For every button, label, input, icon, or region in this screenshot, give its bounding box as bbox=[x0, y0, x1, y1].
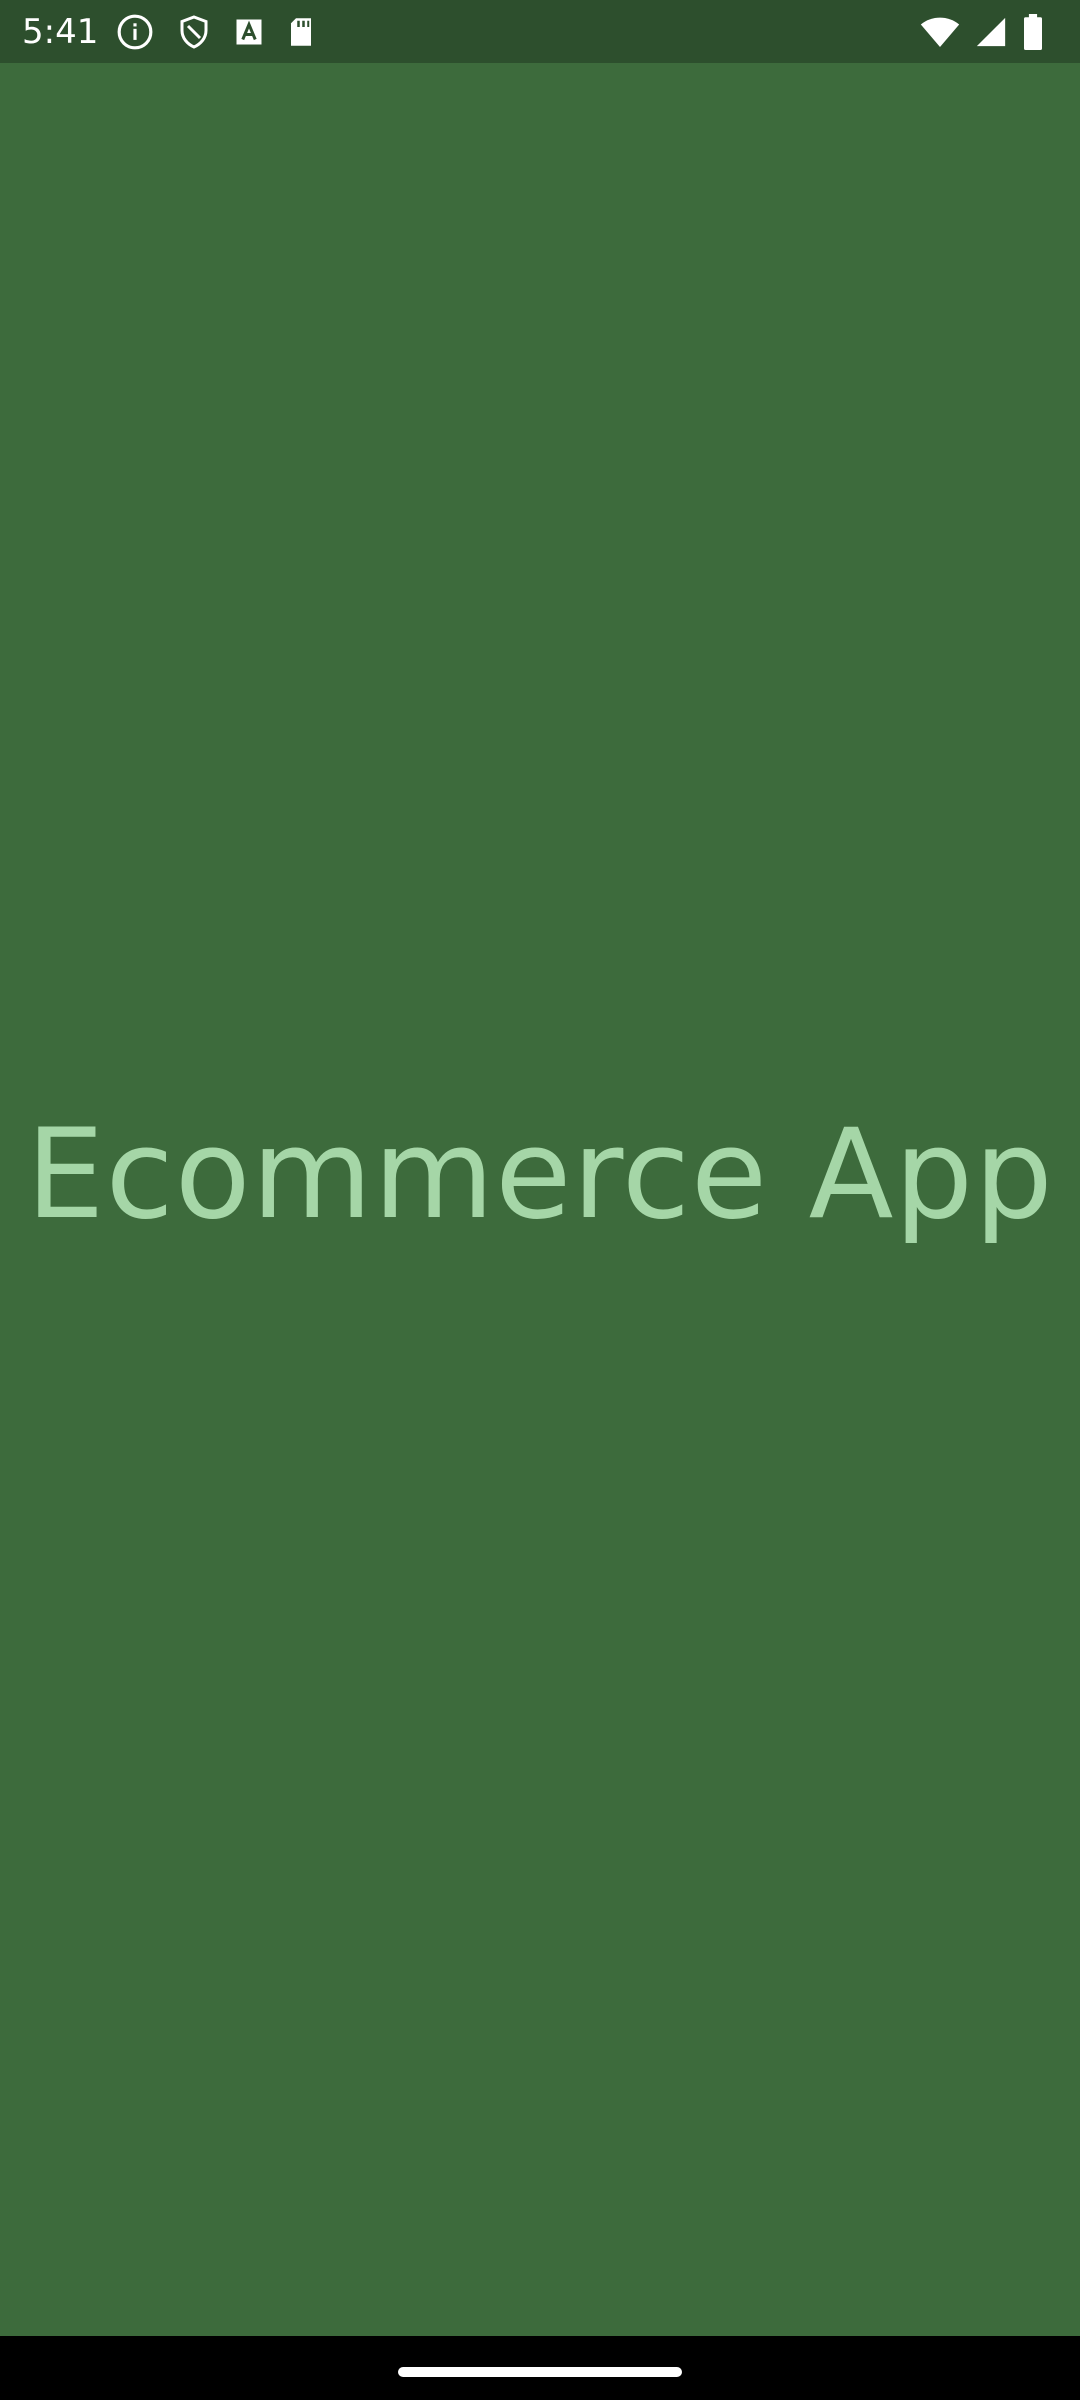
wifi-icon bbox=[920, 15, 960, 49]
text-a-icon bbox=[234, 17, 264, 47]
navigation-bar bbox=[0, 2336, 1080, 2400]
status-icons-left bbox=[116, 12, 316, 52]
status-bar: 5:41 bbox=[0, 0, 1080, 63]
shield-icon bbox=[176, 13, 212, 51]
status-icons-right bbox=[920, 12, 1044, 52]
app-title: Ecommerce App bbox=[26, 1103, 1054, 1247]
battery-icon bbox=[1022, 14, 1044, 50]
info-icon bbox=[116, 13, 154, 51]
home-indicator[interactable] bbox=[398, 2367, 682, 2377]
sd-card-icon bbox=[286, 15, 316, 49]
status-time: 5:41 bbox=[22, 12, 99, 52]
splash-screen: 5:41 Ecommerce App bbox=[0, 0, 1080, 2400]
signal-icon bbox=[974, 15, 1008, 49]
